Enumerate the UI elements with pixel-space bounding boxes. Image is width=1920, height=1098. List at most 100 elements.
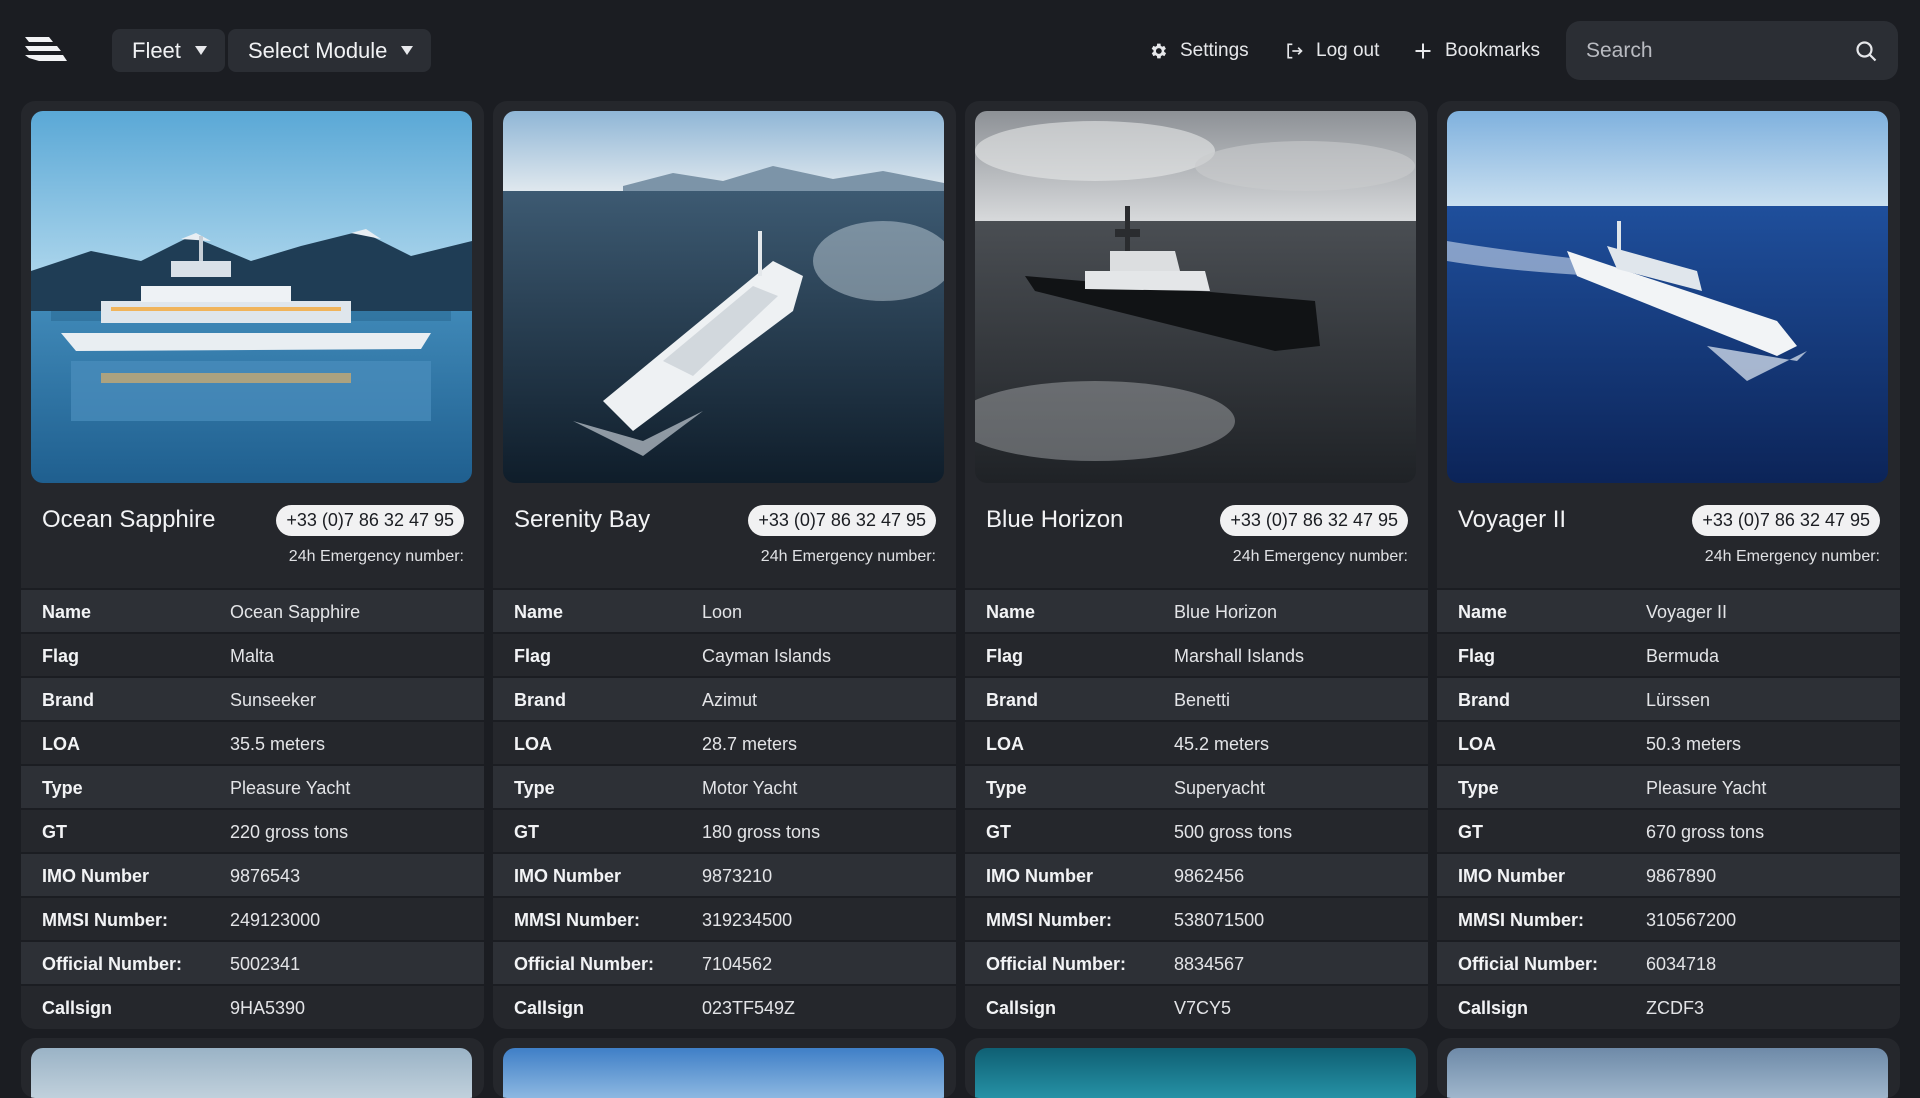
field-label: Name: [1437, 588, 1646, 632]
company-logo-icon[interactable]: [23, 33, 67, 67]
table-row: MMSI Number: 310567200: [1437, 896, 1900, 940]
field-value: Voyager II: [1646, 588, 1900, 632]
field-label: Callsign: [1437, 984, 1646, 1028]
search-icon[interactable]: [1854, 39, 1878, 63]
vessel-title: Ocean Sapphire: [42, 506, 216, 533]
field-label: IMO Number: [965, 852, 1174, 896]
vessel-photo: [975, 1048, 1416, 1098]
field-value: 220 gross tons: [230, 808, 484, 852]
field-value: 6034718: [1646, 940, 1900, 984]
table-row: Flag Marshall Islands: [965, 632, 1428, 676]
vessel-card[interactable]: [21, 1038, 484, 1098]
vessel-photo: [31, 111, 472, 483]
emergency-label: 24h Emergency number:: [1232, 548, 1408, 565]
field-label: LOA: [1437, 720, 1646, 764]
field-label: GT: [493, 808, 702, 852]
vessel-details-table: Name Ocean Sapphire Flag Malta Brand Sunsee…: [21, 588, 484, 1028]
field-label: IMO Number: [493, 852, 702, 896]
vessel-card[interactable]: Blue Horizon +33 (0)7 86 32 47 95 24h Em…: [965, 101, 1428, 1029]
vessel-card[interactable]: Voyager II +33 (0)7 86 32 47 95 24h Emer…: [1437, 101, 1900, 1029]
field-value: Bermuda: [1646, 632, 1900, 676]
field-value: 8834567: [1174, 940, 1428, 984]
search-input[interactable]: [1586, 21, 1836, 80]
table-row: MMSI Number: 538071500: [965, 896, 1428, 940]
chevron-down-icon: [401, 46, 414, 55]
table-row: Flag Bermuda: [1437, 632, 1900, 676]
vessel-title: Serenity Bay: [514, 506, 651, 533]
field-label: IMO Number: [1437, 852, 1646, 896]
field-value: 249123000: [230, 896, 484, 940]
field-value: Lürssen: [1646, 676, 1900, 720]
table-row: IMO Number 9876543: [21, 852, 484, 896]
field-value: V7CY5: [1174, 984, 1428, 1028]
field-label: Name: [21, 588, 230, 632]
field-value: 9862456: [1174, 852, 1428, 896]
table-row: Callsign ZCDF3: [1437, 984, 1900, 1028]
field-value: 180 gross tons: [702, 808, 956, 852]
table-row: Official Number: 6034718: [1437, 940, 1900, 984]
table-row: Official Number: 8834567: [965, 940, 1428, 984]
field-value: 023TF549Z: [702, 984, 956, 1028]
field-label: Type: [21, 764, 230, 808]
table-row: Name Blue Horizon: [965, 588, 1428, 632]
emergency-phone-badge[interactable]: +33 (0)7 86 32 47 95: [276, 505, 464, 536]
table-row: Brand Sunseeker: [21, 676, 484, 720]
vessel-card[interactable]: [965, 1038, 1428, 1098]
vessel-details-table: Name Blue Horizon Flag Marshall Islands Br…: [965, 588, 1428, 1028]
table-row: Official Number: 7104562: [493, 940, 956, 984]
field-value: 5002341: [230, 940, 484, 984]
emergency-phone-badge[interactable]: +33 (0)7 86 32 47 95: [1692, 505, 1880, 536]
field-value: Loon: [702, 588, 956, 632]
emergency-phone-badge[interactable]: +33 (0)7 86 32 47 95: [748, 505, 936, 536]
table-row: LOA 45.2 meters: [965, 720, 1428, 764]
field-label: Flag: [493, 632, 702, 676]
field-value: 28.7 meters: [702, 720, 956, 764]
field-value: 7104562: [702, 940, 956, 984]
field-label: Official Number:: [21, 940, 230, 984]
table-row: Flag Cayman Islands: [493, 632, 956, 676]
table-row: Name Loon: [493, 588, 956, 632]
field-label: Name: [493, 588, 702, 632]
vessel-photo: [503, 1048, 944, 1098]
vessel-photo: [31, 1048, 472, 1098]
field-label: LOA: [21, 720, 230, 764]
field-value: Sunseeker: [230, 676, 484, 720]
settings-link[interactable]: Settings: [1148, 36, 1249, 66]
table-row: MMSI Number: 319234500: [493, 896, 956, 940]
vessel-title: Voyager II: [1458, 506, 1567, 533]
field-value: 670 gross tons: [1646, 808, 1900, 852]
table-row: IMO Number 9873210: [493, 852, 956, 896]
table-row: IMO Number 9867890: [1437, 852, 1900, 896]
field-label: Brand: [965, 676, 1174, 720]
emergency-phone-badge[interactable]: +33 (0)7 86 32 47 95: [1220, 505, 1408, 536]
vessel-card[interactable]: [1437, 1038, 1900, 1098]
vessel-title: Blue Horizon: [986, 506, 1124, 533]
field-value: Malta: [230, 632, 484, 676]
field-label: Brand: [21, 676, 230, 720]
table-row: LOA 35.5 meters: [21, 720, 484, 764]
field-label: GT: [21, 808, 230, 852]
vessel-card[interactable]: [493, 1038, 956, 1098]
fleet-dropdown-label: Fleet: [132, 37, 181, 63]
field-value: ZCDF3: [1646, 984, 1900, 1028]
table-row: Official Number: 5002341: [21, 940, 484, 984]
vessel-photo: [975, 111, 1416, 483]
table-row: MMSI Number: 249123000: [21, 896, 484, 940]
gear-icon: [1151, 43, 1167, 59]
vessel-details-table: Name Voyager II Flag Bermuda Brand Lürssen …: [1437, 588, 1900, 1028]
table-row: Name Voyager II: [1437, 588, 1900, 632]
logout-link[interactable]: Log out: [1284, 36, 1379, 66]
vessel-card[interactable]: Ocean Sapphire +33 (0)7 86 32 47 95 24h …: [21, 101, 484, 1029]
field-value: Superyacht: [1174, 764, 1428, 808]
logout-label: Log out: [1316, 40, 1380, 61]
table-row: GT 180 gross tons: [493, 808, 956, 852]
field-value: 9867890: [1646, 852, 1900, 896]
vessel-card[interactable]: Serenity Bay +33 (0)7 86 32 47 95 24h Em…: [493, 101, 956, 1029]
select-module-dropdown[interactable]: Select Module: [228, 29, 431, 72]
field-label: Flag: [965, 632, 1174, 676]
vessel-photo: [503, 111, 944, 483]
emergency-label: 24h Emergency number:: [760, 548, 936, 565]
fleet-dropdown[interactable]: Fleet: [112, 29, 225, 72]
bookmarks-link[interactable]: Bookmarks: [1413, 36, 1540, 66]
field-value: Cayman Islands: [702, 632, 956, 676]
